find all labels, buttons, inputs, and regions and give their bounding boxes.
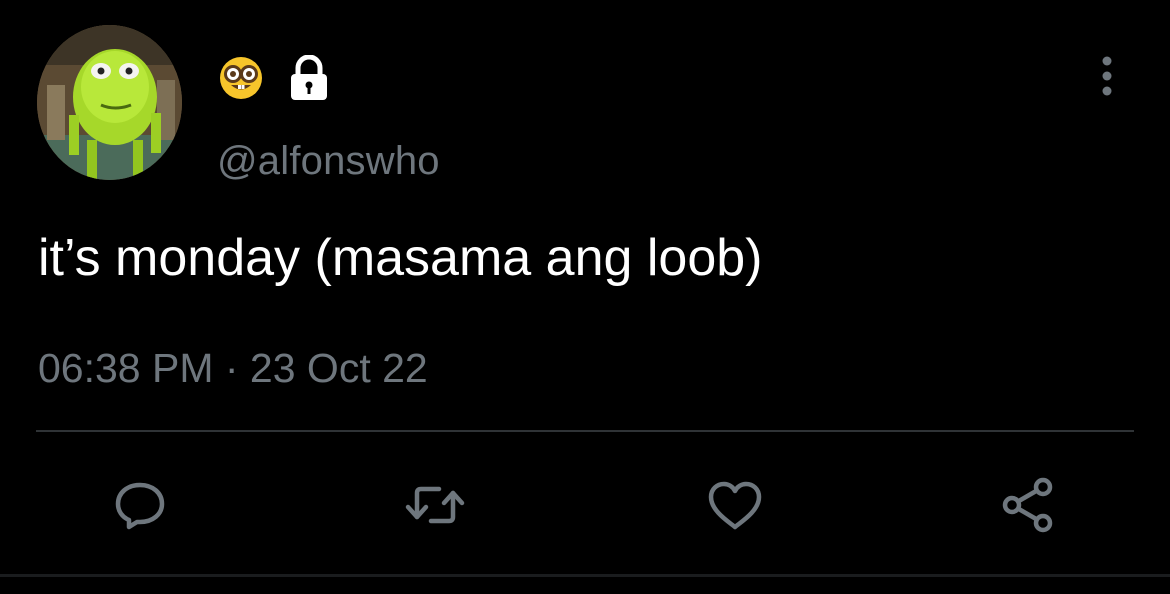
share-button[interactable] — [993, 470, 1063, 540]
tweet-timestamp[interactable]: 06:38 PM · 23 Oct 22 — [38, 345, 428, 392]
tweet-text: it’s monday (masama ang loob) — [38, 229, 763, 287]
speech-bubble-icon — [112, 477, 168, 533]
divider — [36, 430, 1134, 432]
avatar-image — [37, 25, 182, 180]
nerd-face-emoji-icon — [218, 55, 264, 101]
heart-icon — [705, 477, 765, 533]
share-nodes-icon — [998, 475, 1058, 535]
like-button[interactable] — [700, 470, 770, 540]
reply-button[interactable] — [105, 470, 175, 540]
retweet-icon — [403, 477, 467, 533]
bottom-divider — [0, 574, 1170, 577]
tweet-card: @alfonswho it’s monday (masama ang loob)… — [0, 0, 1170, 594]
more-options-icon[interactable] — [1095, 55, 1119, 97]
user-handle[interactable]: @alfonswho — [217, 139, 440, 184]
retweet-button[interactable] — [400, 470, 470, 540]
display-name-row — [218, 55, 330, 101]
avatar[interactable] — [37, 25, 182, 180]
lock-icon — [288, 55, 330, 101]
